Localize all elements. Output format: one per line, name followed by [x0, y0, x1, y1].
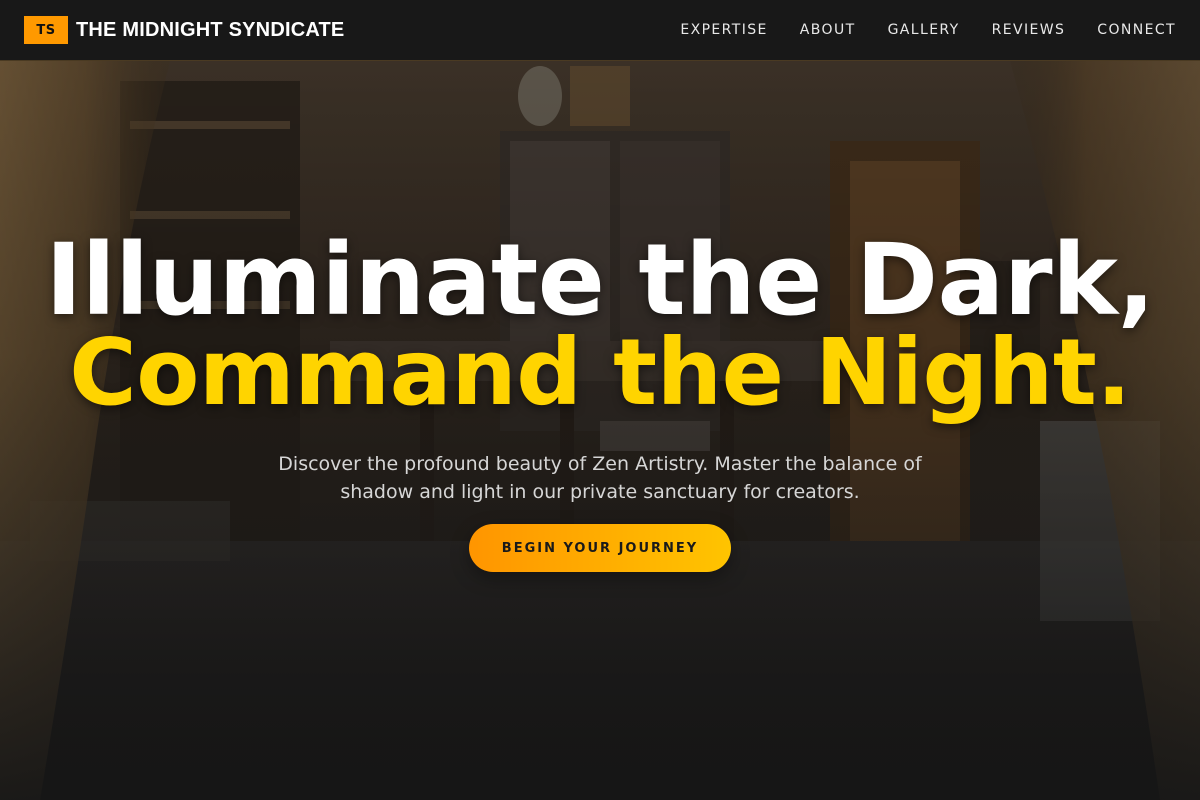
- nav-link-expertise[interactable]: EXPERTISE: [680, 22, 767, 38]
- main-nav: EXPERTISE ABOUT GALLERY REVIEWS CONNECT: [680, 22, 1176, 38]
- hero-subtext: Discover the profound beauty of Zen Arti…: [278, 453, 922, 503]
- site-header: TS THE MIDNIGHT SYNDICATE EXPERTISE ABOU…: [0, 0, 1200, 61]
- hero-background: [0, 61, 1200, 800]
- nav-link-reviews[interactable]: REVIEWS: [992, 22, 1066, 38]
- nav-link-about[interactable]: ABOUT: [800, 22, 856, 38]
- hero-dark-overlay: [0, 61, 1200, 800]
- hero-headline-line2: Command the Night.: [69, 319, 1131, 426]
- nav-link-gallery[interactable]: GALLERY: [888, 22, 960, 38]
- logo-badge: TS: [24, 16, 68, 44]
- begin-journey-button[interactable]: BEGIN YOUR JOURNEY: [469, 524, 731, 572]
- hero-headline-line1: Illuminate the Dark,: [45, 223, 1155, 338]
- nav-link-connect[interactable]: CONNECT: [1097, 22, 1176, 38]
- brand-name: THE MIDNIGHT SYNDICATE: [76, 18, 345, 41]
- brand[interactable]: TS THE MIDNIGHT SYNDICATE: [24, 16, 344, 44]
